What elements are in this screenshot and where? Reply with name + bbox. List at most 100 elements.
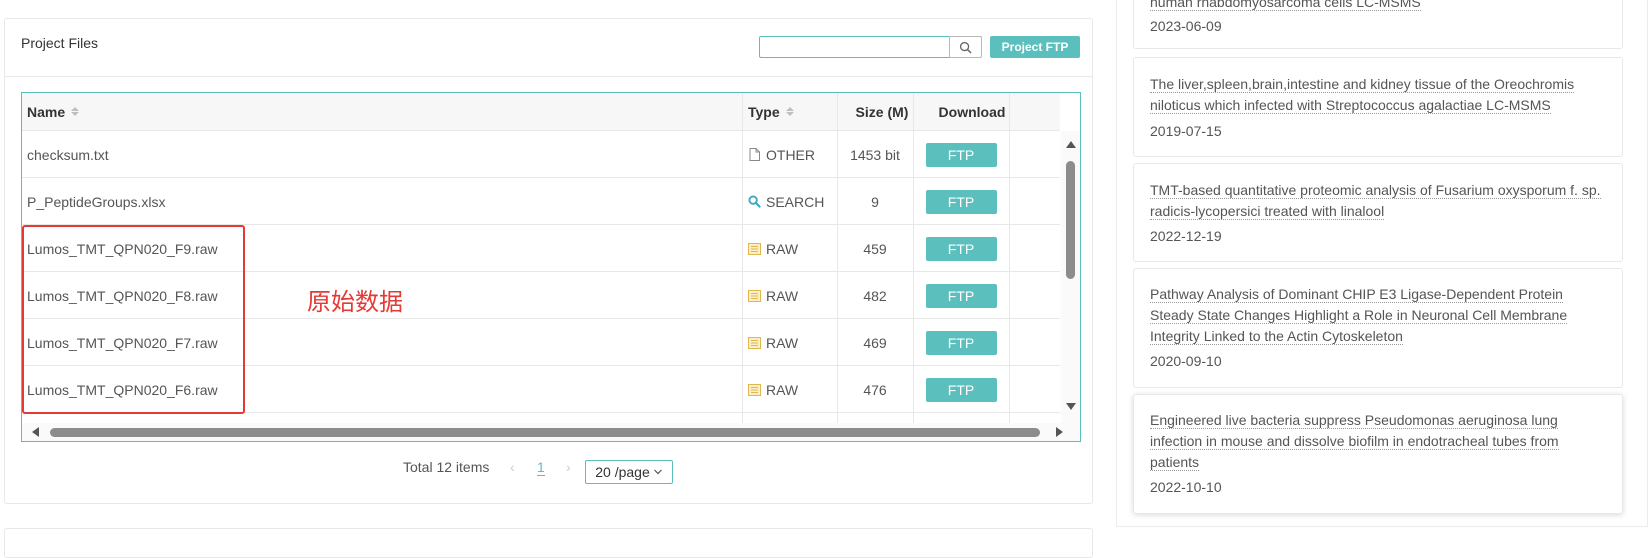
file-type: RAW bbox=[747, 319, 798, 366]
file-type-label: SEARCH bbox=[766, 193, 825, 210]
project-date: 2020-09-10 bbox=[1150, 353, 1222, 369]
project-title-line[interactable]: Engineered live bacteria suppress Pseudo… bbox=[1150, 412, 1558, 429]
ftp-download-button[interactable]: FTP bbox=[925, 189, 997, 214]
scroll-up-arrow-icon[interactable] bbox=[1066, 141, 1076, 148]
file-type-label: OTHER bbox=[766, 146, 815, 163]
project-title-line[interactable]: The liver,spleen,brain,intestine and kid… bbox=[1150, 76, 1575, 93]
ftp-download-button[interactable]: FTP bbox=[925, 330, 997, 355]
ftp-download-button[interactable]: FTP bbox=[925, 377, 997, 402]
ftp-download-button[interactable]: FTP bbox=[925, 142, 997, 167]
panel-divider bbox=[5, 76, 1092, 77]
panel-title: Project Files bbox=[21, 35, 99, 51]
list-icon bbox=[747, 383, 761, 397]
download-cell: FTP bbox=[913, 366, 1009, 413]
file-type-label: RAW bbox=[766, 381, 799, 398]
project-title[interactable]: Pathway Analysis of Dominant CHIP E3 Lig… bbox=[1150, 284, 1568, 347]
table-row: P_PeptideGroups.xlsx SEARCH 9 FTP bbox=[22, 178, 1060, 225]
file-type-label: RAW bbox=[766, 240, 799, 257]
project-ftp-button[interactable]: Project FTP bbox=[990, 36, 1080, 58]
related-project-card[interactable]: TMT-based quantitative proteomic analysi… bbox=[1133, 163, 1623, 262]
column-size-label: Size (M) bbox=[855, 103, 909, 120]
horizontal-scrollbar[interactable] bbox=[22, 423, 1080, 441]
file-type: RAW bbox=[747, 366, 798, 413]
ftp-download-button[interactable]: FTP bbox=[925, 283, 997, 308]
sort-icon[interactable] bbox=[71, 107, 80, 116]
column-type-label: Type bbox=[748, 103, 780, 120]
file-type-label: RAW bbox=[766, 334, 799, 351]
sort-icon[interactable] bbox=[785, 107, 794, 116]
file-icon bbox=[747, 148, 761, 162]
project-title[interactable]: The liver,spleen,brain,intestine and kid… bbox=[1150, 74, 1575, 116]
file-size: 469 bbox=[863, 334, 887, 351]
project-date: 2022-10-10 bbox=[1150, 479, 1222, 495]
project-date: 2023-06-09 bbox=[1150, 18, 1222, 34]
prev-page-icon[interactable]: ‹ bbox=[510, 459, 515, 475]
file-size: 9 bbox=[871, 193, 879, 210]
file-size: 459 bbox=[863, 240, 887, 257]
table-header: Name Type Size (M) Download bbox=[22, 93, 1060, 131]
column-name-label: Name bbox=[27, 103, 66, 120]
related-project-card[interactable]: human rhabdomyosarcoma cells LC-MSMS 202… bbox=[1133, 0, 1623, 49]
project-title-line[interactable]: Steady State Changes Highlight a Role in… bbox=[1150, 307, 1568, 324]
list-icon bbox=[747, 336, 761, 350]
project-title-line[interactable]: Integrity Linked to the Actin Cytoskelet… bbox=[1150, 328, 1403, 345]
project-title[interactable]: Engineered live bacteria suppress Pseudo… bbox=[1150, 410, 1559, 473]
project-date: 2019-07-15 bbox=[1150, 123, 1222, 139]
scroll-right-arrow-icon[interactable] bbox=[1056, 427, 1063, 437]
project-title-line[interactable]: radicis-lycopersici treated with linaloo… bbox=[1150, 203, 1385, 220]
vertical-scroll-thumb[interactable] bbox=[1066, 161, 1075, 279]
related-project-card[interactable]: Pathway Analysis of Dominant CHIP E3 Lig… bbox=[1133, 268, 1623, 388]
project-title-line[interactable]: Pathway Analysis of Dominant CHIP E3 Lig… bbox=[1150, 286, 1563, 303]
project-date: 2022-12-19 bbox=[1150, 228, 1222, 244]
file-name: P_PeptideGroups.xlsx bbox=[27, 193, 166, 210]
column-download-label: Download bbox=[938, 103, 1006, 120]
horizontal-scroll-thumb[interactable] bbox=[50, 428, 1040, 437]
list-icon bbox=[747, 289, 761, 303]
chevron-down-icon bbox=[653, 469, 662, 475]
project-title-line[interactable]: patients bbox=[1150, 454, 1200, 471]
file-size: 476 bbox=[863, 381, 887, 398]
file-search-input[interactable] bbox=[759, 36, 981, 58]
column-header-type[interactable]: Type bbox=[748, 93, 794, 130]
project-title[interactable]: TMT-based quantitative proteomic analysi… bbox=[1150, 180, 1601, 222]
download-cell: FTP bbox=[913, 319, 1009, 366]
column-header-name[interactable]: Name bbox=[27, 93, 80, 130]
file-type: OTHER bbox=[747, 131, 815, 178]
next-page-icon[interactable]: › bbox=[566, 459, 571, 475]
project-title-line[interactable]: TMT-based quantitative proteomic analysi… bbox=[1150, 182, 1601, 199]
next-panel bbox=[4, 528, 1093, 558]
related-project-card[interactable]: Engineered live bacteria suppress Pseudo… bbox=[1133, 394, 1623, 514]
column-header-download: Download bbox=[922, 93, 1022, 130]
file-type: RAW bbox=[747, 225, 798, 272]
download-cell: FTP bbox=[913, 272, 1009, 319]
page-number[interactable]: 1 bbox=[537, 459, 545, 476]
file-name: checksum.txt bbox=[27, 146, 109, 163]
scroll-left-arrow-icon[interactable] bbox=[32, 427, 39, 437]
search-button[interactable] bbox=[949, 36, 982, 58]
file-type-label: RAW bbox=[766, 287, 799, 304]
page-size-select[interactable]: 20 /page bbox=[585, 460, 673, 484]
related-project-card[interactable]: The liver,spleen,brain,intestine and kid… bbox=[1133, 57, 1623, 157]
project-title[interactable]: human rhabdomyosarcoma cells LC-MSMS bbox=[1150, 0, 1421, 13]
magnifier-icon bbox=[959, 41, 972, 53]
download-cell: FTP bbox=[913, 131, 1009, 178]
download-cell: FTP bbox=[913, 225, 1009, 272]
total-items: Total 12 items bbox=[403, 459, 490, 475]
column-header-size: Size (M) bbox=[842, 93, 922, 130]
ftp-download-button[interactable]: FTP bbox=[925, 236, 997, 261]
file-size: 482 bbox=[863, 287, 887, 304]
file-type: RAW bbox=[747, 272, 798, 319]
page-size-label: 20 /page bbox=[595, 464, 650, 480]
scroll-down-arrow-icon[interactable] bbox=[1066, 403, 1076, 410]
vertical-scrollbar[interactable] bbox=[1061, 131, 1080, 423]
search-icon bbox=[747, 195, 761, 209]
file-size: 1453 bit bbox=[850, 146, 900, 163]
table-row: checksum.txt OTHER 1453 bit FTP bbox=[22, 131, 1060, 178]
list-icon bbox=[747, 242, 761, 256]
raw-files-highlight-box bbox=[22, 225, 245, 414]
project-title-line[interactable]: human rhabdomyosarcoma cells LC-MSMS bbox=[1150, 0, 1421, 11]
download-cell: FTP bbox=[913, 178, 1009, 225]
project-title-line[interactable]: infection in mouse and dissolve biofilm … bbox=[1150, 433, 1559, 450]
project-title-line[interactable]: niloticus which infected with Streptococ… bbox=[1150, 97, 1551, 114]
file-type: SEARCH bbox=[747, 178, 824, 225]
